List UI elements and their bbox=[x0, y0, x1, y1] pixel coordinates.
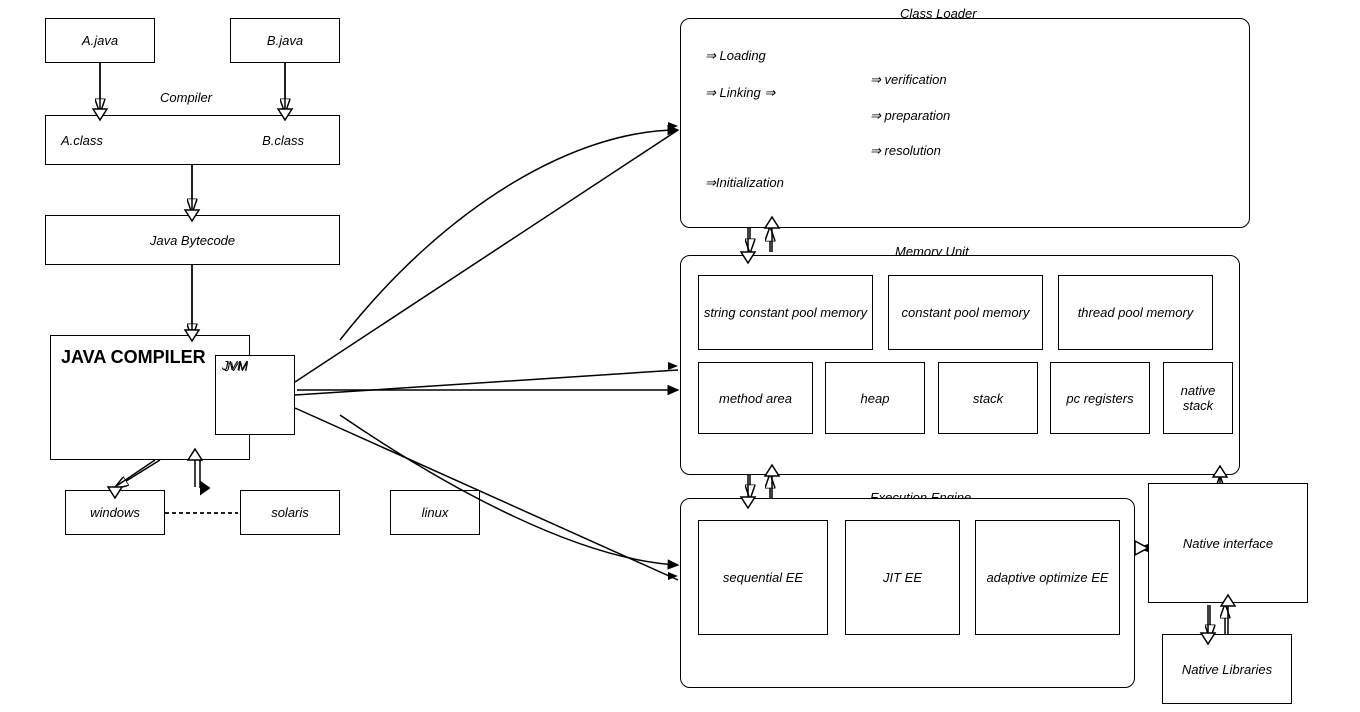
ab-class-box: A.class B.class bbox=[45, 115, 340, 165]
java-bytecode-box: Java Bytecode bbox=[45, 215, 340, 265]
native-interface-label: Native interface bbox=[1183, 536, 1273, 551]
linux-label: linux bbox=[422, 505, 449, 520]
stack-box: stack bbox=[938, 362, 1038, 434]
heap-label: heap bbox=[861, 391, 890, 406]
compiler-label: Compiler bbox=[160, 90, 212, 105]
native-stack-label: native stack bbox=[1168, 383, 1228, 413]
native-libraries-label: Native Libraries bbox=[1182, 662, 1272, 677]
sequential-ee-label: sequential EE bbox=[723, 570, 803, 585]
b-java-label: B.java bbox=[267, 33, 303, 48]
pc-registers-label: pc registers bbox=[1066, 391, 1133, 406]
a-java-label: A.java bbox=[82, 33, 118, 48]
string-const-pool-label: string constant pool memory bbox=[704, 305, 867, 320]
adaptive-ee-box: adaptive optimize EE bbox=[975, 520, 1120, 635]
stack-label: stack bbox=[973, 391, 1003, 406]
jit-ee-box: JIT EE bbox=[845, 520, 960, 635]
resolution-label: ⇒ resolution bbox=[870, 143, 941, 159]
jvm-box: JVM bbox=[215, 355, 295, 435]
linux-box: linux bbox=[390, 490, 480, 535]
native-libraries-box: Native Libraries bbox=[1162, 634, 1292, 704]
windows-label: windows bbox=[90, 505, 140, 520]
pc-registers-box: pc registers bbox=[1050, 362, 1150, 434]
const-pool-label: constant pool memory bbox=[902, 305, 1030, 320]
jit-ee-label: JIT EE bbox=[883, 570, 922, 585]
const-pool-box: constant pool memory bbox=[888, 275, 1043, 350]
b-class-label: B.class bbox=[262, 133, 304, 148]
string-const-pool-box: string constant pool memory bbox=[698, 275, 873, 350]
verification-label: ⇒ verification bbox=[870, 72, 947, 88]
java-compiler-label: JAVA COMPILER bbox=[61, 346, 206, 369]
jvm-label: JVM bbox=[224, 360, 248, 374]
initialization-label: ⇒Initialization bbox=[705, 175, 784, 191]
thread-pool-box: thread pool memory bbox=[1058, 275, 1213, 350]
solaris-label: solaris bbox=[271, 505, 309, 520]
a-class-label: A.class bbox=[61, 133, 103, 148]
loading-label: ⇒ Loading bbox=[705, 48, 766, 64]
solaris-box: solaris bbox=[240, 490, 340, 535]
method-area-box: method area bbox=[698, 362, 813, 434]
b-java-box: B.java bbox=[230, 18, 340, 63]
windows-box: windows bbox=[65, 490, 165, 535]
heap-box: heap bbox=[825, 362, 925, 434]
preparation-label: ⇒ preparation bbox=[870, 108, 950, 124]
native-stack-box: native stack bbox=[1163, 362, 1233, 434]
a-java-box: A.java bbox=[45, 18, 155, 63]
native-interface-box: Native interface bbox=[1148, 483, 1308, 603]
adaptive-ee-label: adaptive optimize EE bbox=[986, 570, 1108, 585]
method-area-label: method area bbox=[719, 391, 792, 406]
java-bytecode-label: Java Bytecode bbox=[150, 233, 235, 248]
linking-label: ⇒ Linking ⇒ bbox=[705, 85, 775, 101]
thread-pool-label: thread pool memory bbox=[1078, 305, 1194, 320]
sequential-ee-box: sequential EE bbox=[698, 520, 828, 635]
